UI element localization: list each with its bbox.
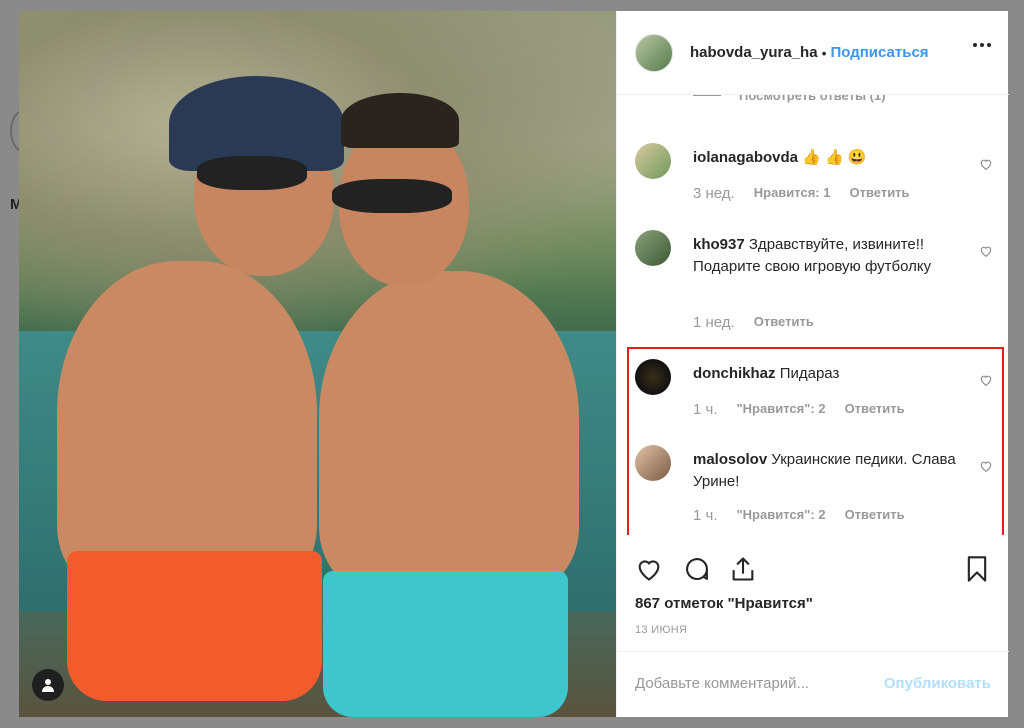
view-replies-label: Посмотреть ответы (1) [739,95,886,103]
heart-icon[interactable] [979,157,993,171]
comment-body: kho937 Здравствуйте, извините!! Подарите… [693,234,963,278]
bookmark-icon[interactable] [963,555,991,583]
comment-reply-button[interactable]: Ответить [754,314,814,331]
photo-person-left [57,261,317,591]
comment-likes[interactable]: Нравится: 1 [754,185,831,202]
likes-count[interactable]: 867 отметок "Нравится" [635,595,813,612]
photo-sunglasses-right [332,179,452,213]
view-replies-button[interactable]: Посмотреть ответы (1) [693,95,886,103]
comment-username[interactable]: iolanagabovda [693,149,798,166]
post-date: 13 ИЮНЯ [635,624,688,636]
post-side-panel: habovda_yura_ha • Подписаться Посмотреть… [616,11,1009,717]
comment-body: iolanagabovda 👍 👍 😃 [693,147,963,169]
follow-button[interactable]: Подписаться [830,44,928,61]
comment-composer: Добавьте комментарий... Опубликовать [617,651,1009,717]
photo-blue-shorts [323,571,568,717]
photo-sunglasses-left [197,156,307,190]
author-avatar[interactable] [635,33,673,72]
post-photo[interactable] [19,11,616,717]
comment-username[interactable]: kho937 [693,236,745,253]
heart-icon[interactable] [635,555,663,583]
post-modal: habovda_yura_ha • Подписаться Посмотреть… [19,11,1009,717]
user-tag-icon[interactable] [32,669,64,701]
comment-input[interactable]: Добавьте комментарий... [635,675,809,692]
photo-orange-shorts [67,551,322,701]
photo-hair [341,93,459,148]
highlight-box [627,347,1004,535]
comment-icon[interactable] [683,555,711,583]
comment-avatar[interactable] [635,143,671,179]
more-icon[interactable] [973,43,991,47]
view-replies-line [693,95,721,96]
comment-meta: 3 нед. Нравится: 1 Ответить [693,185,929,202]
heart-icon[interactable] [979,244,993,258]
comment-time[interactable]: 1 нед. [693,314,735,331]
comment-meta: 1 нед. Ответить [693,314,833,331]
post-header: habovda_yura_ha • Подписаться [617,11,1009,95]
header-separator: • [821,44,827,61]
author-username[interactable]: habovda_yura_ha [690,44,818,61]
comment-time[interactable]: 3 нед. [693,185,735,202]
comments-list[interactable]: Посмотреть ответы (1) iolanagabovda 👍 👍 … [617,95,1009,535]
comment-text: 👍 👍 😃 [802,149,867,166]
photo-person-right [319,271,579,591]
post-actions [617,551,1009,591]
comment-avatar[interactable] [635,230,671,266]
comment-reply-button[interactable]: Ответить [849,185,909,202]
publish-button[interactable]: Опубликовать [884,675,991,692]
share-icon[interactable] [729,555,757,583]
